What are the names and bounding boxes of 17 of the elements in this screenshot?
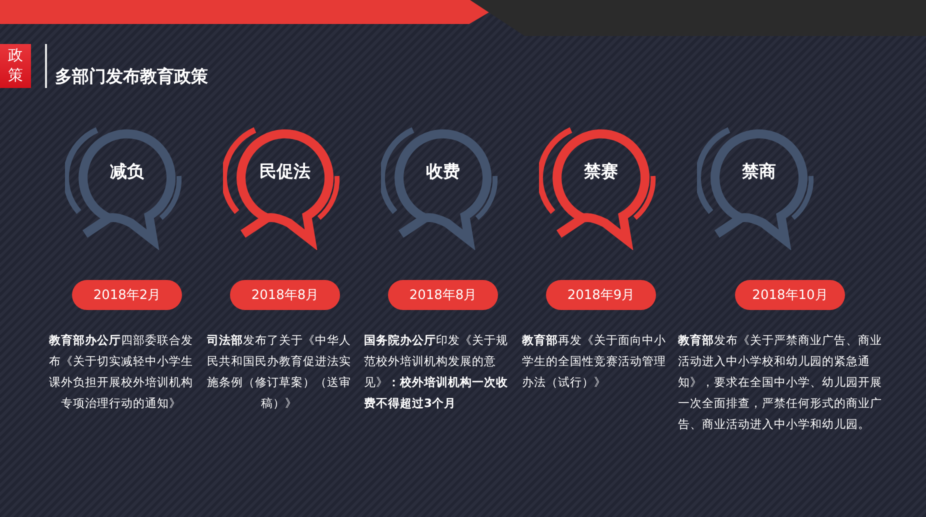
policy-description: 教育部发布《关于严禁商业广告、商业活动进入中小学校和幼儿园的紧急通知》，要求在全国中小学、幼儿园开展一次全面排查，严禁任何形式的商业广告、商业活动进入中小学和幼儿园。 [678,332,883,433]
policy-description: 教育部再发《关于面向中小学生的全国性竞赛活动管理办法（试行）》 [522,332,667,391]
policy-description: 司法部发布了关于《中华人民共和国民办教育促进法实施条例（修订草案）（送审稿）》 [206,332,352,412]
bubble-label: 减负 [109,161,145,183]
bubble-label: 禁商 [741,161,777,183]
section-badge: 政策 [0,44,31,88]
date-pill: 2018年8月 [230,280,340,310]
bubble-label: 民促法 [258,161,312,183]
policy-description: 教育部办公厅四部委联合发布《关于切实减轻中小学生课外负担开展校外培训机构专项治理行动的通知》 [48,332,194,412]
date-pill: 2018年10月 [735,280,845,310]
policy-description: 国务院办公厅印发《关于规范校外培训机构发展的意见》：校外培训机构一次收费不得超过3个月 [364,332,509,412]
date-pill: 2018年8月 [388,280,498,310]
bubble-label: 禁赛 [583,161,619,183]
page-title: 多部门发布教育政策 [55,66,208,88]
date-pill: 2018年9月 [546,280,656,310]
bubble-label: 收费 [425,161,461,183]
date-pill: 2018年2月 [72,280,182,310]
